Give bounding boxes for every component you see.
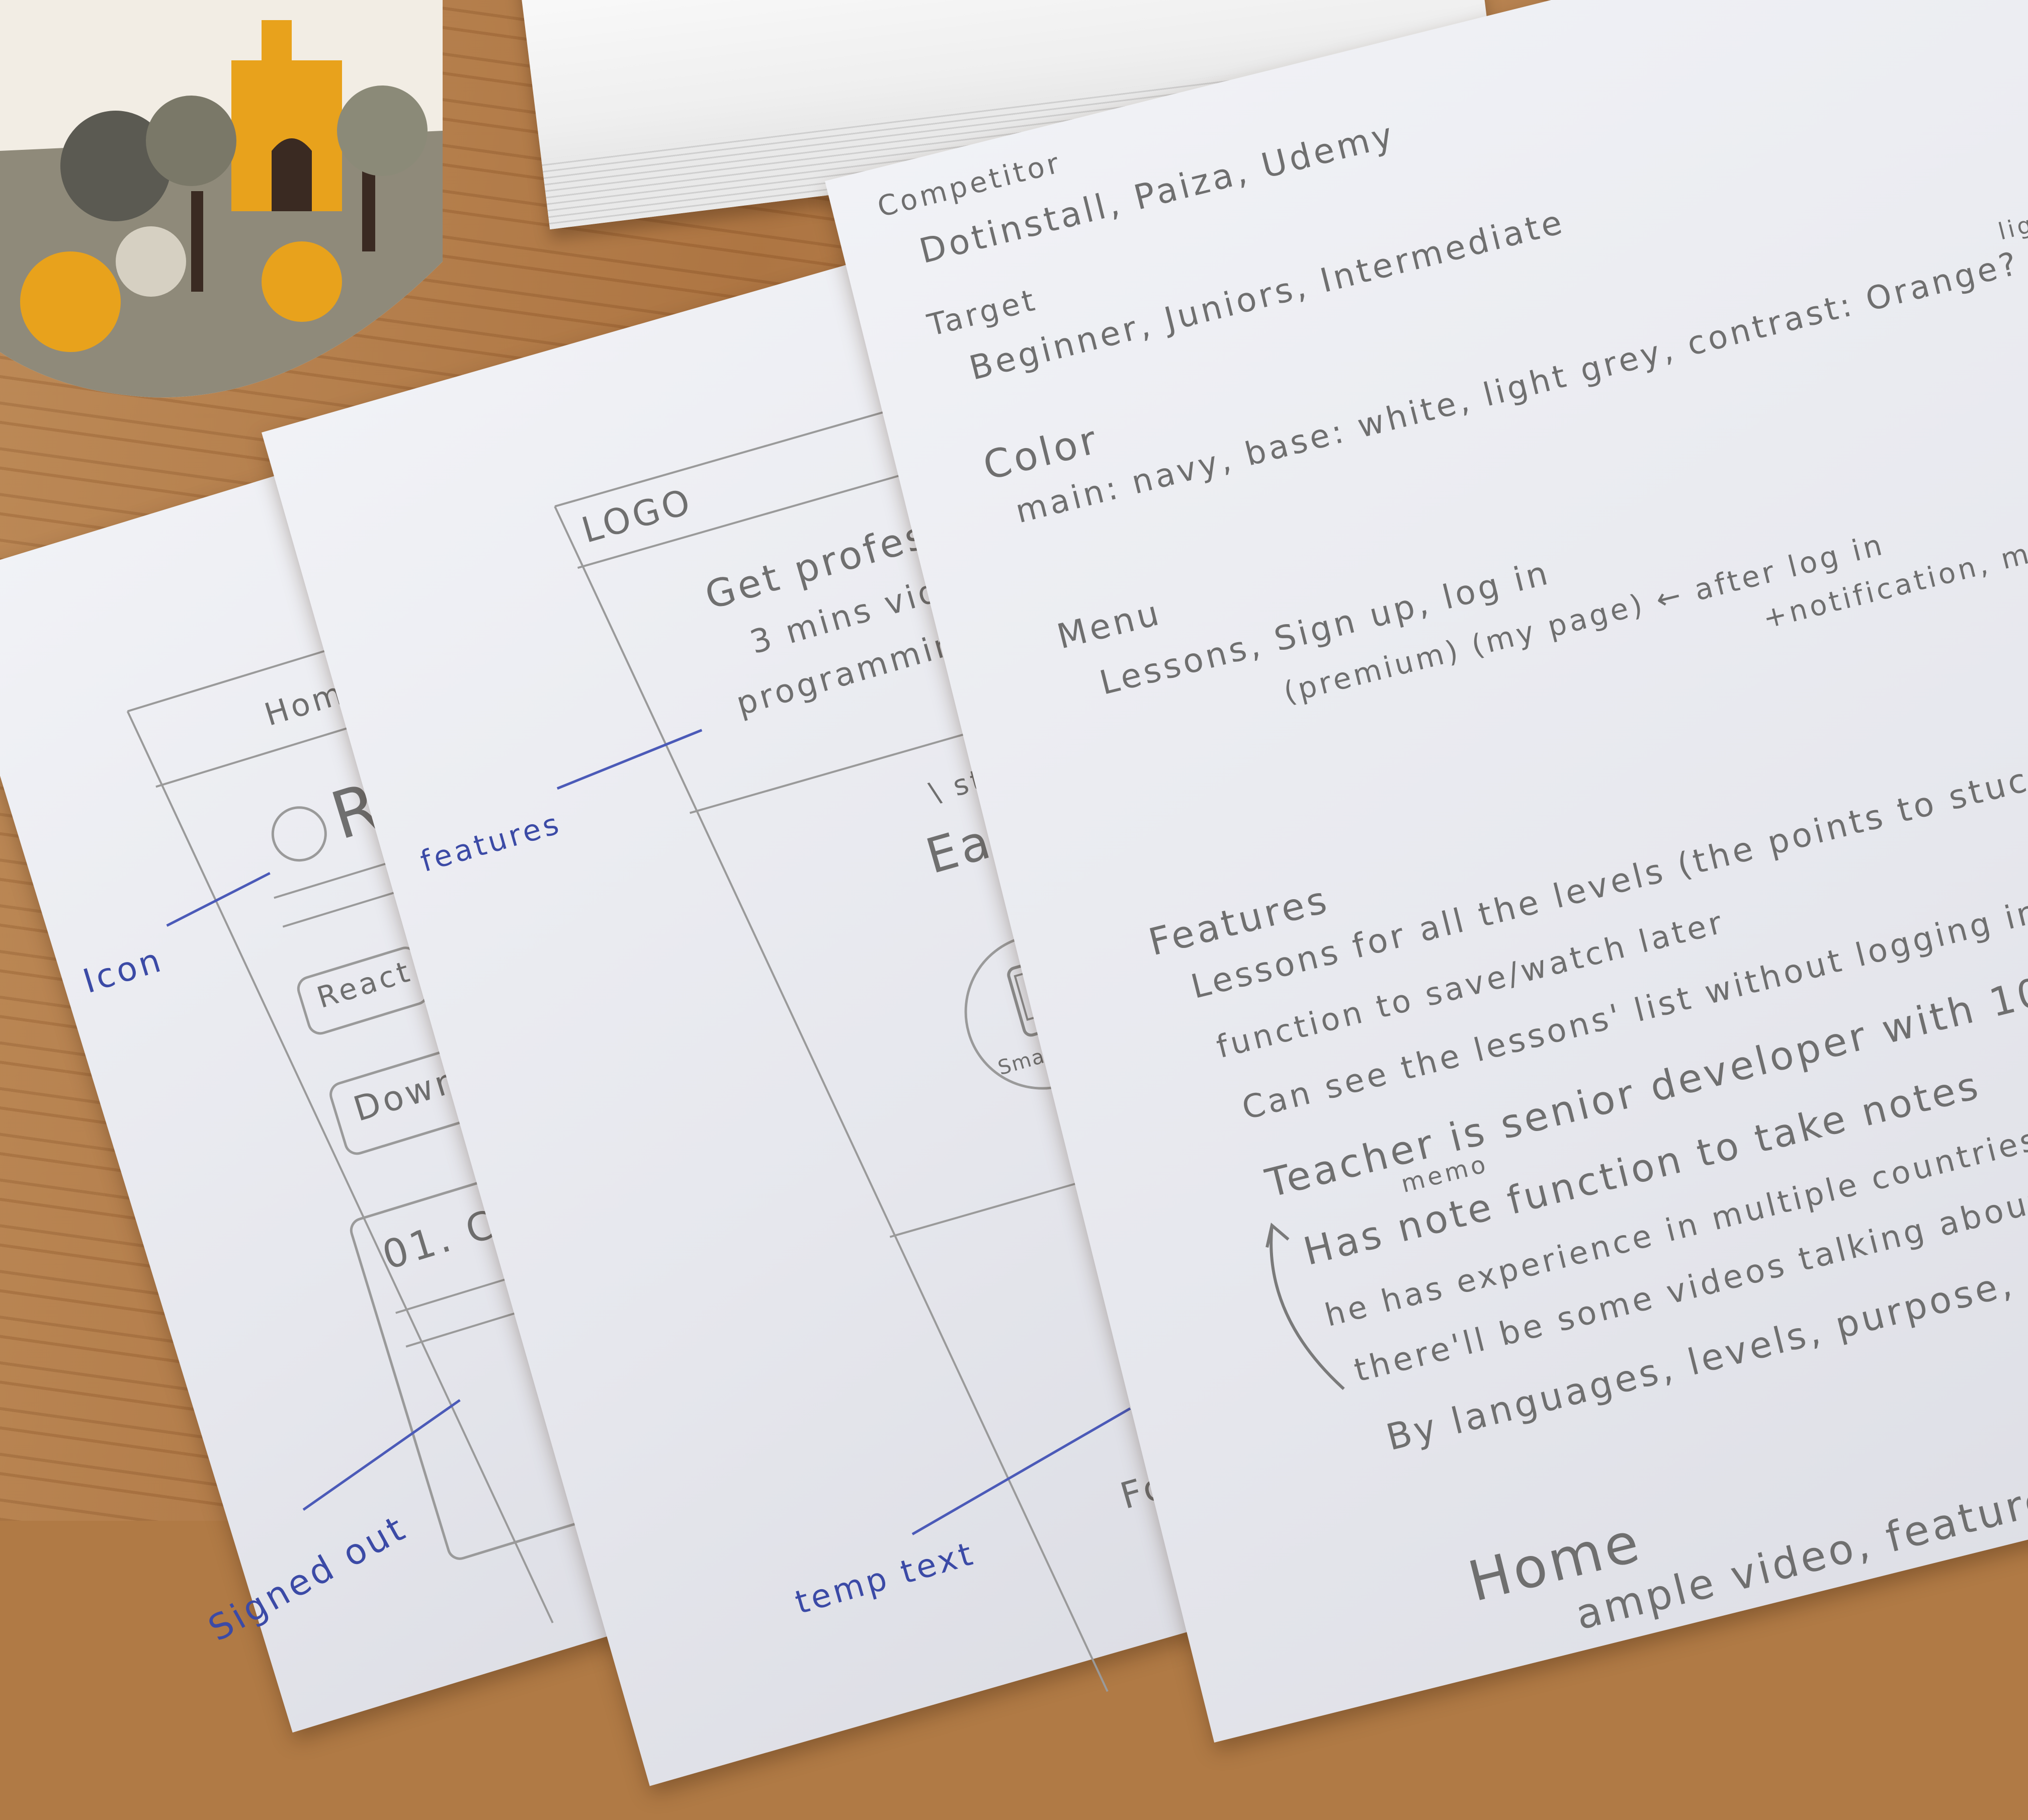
features-note: features <box>416 806 565 879</box>
features-pointer-line <box>556 729 703 790</box>
signed-out-note: Signed out <box>201 1507 414 1650</box>
target-heading: Target <box>924 282 1041 343</box>
color-alt: light pink? <box>1995 182 2028 245</box>
mug-illustration <box>0 0 443 398</box>
menu-heading: Menu <box>1053 593 1166 657</box>
icon-note: Icon <box>78 940 168 1001</box>
title-icon-circle <box>265 799 334 869</box>
temp-pointer-line <box>911 1407 1131 1535</box>
home-line: ample video, features, why u <box>1571 1427 2028 1639</box>
icon-pointer-line <box>166 872 271 927</box>
temp-text-note: temp text <box>791 1535 980 1622</box>
color-main: main: navy, base: white, light grey, con… <box>1011 244 2024 531</box>
